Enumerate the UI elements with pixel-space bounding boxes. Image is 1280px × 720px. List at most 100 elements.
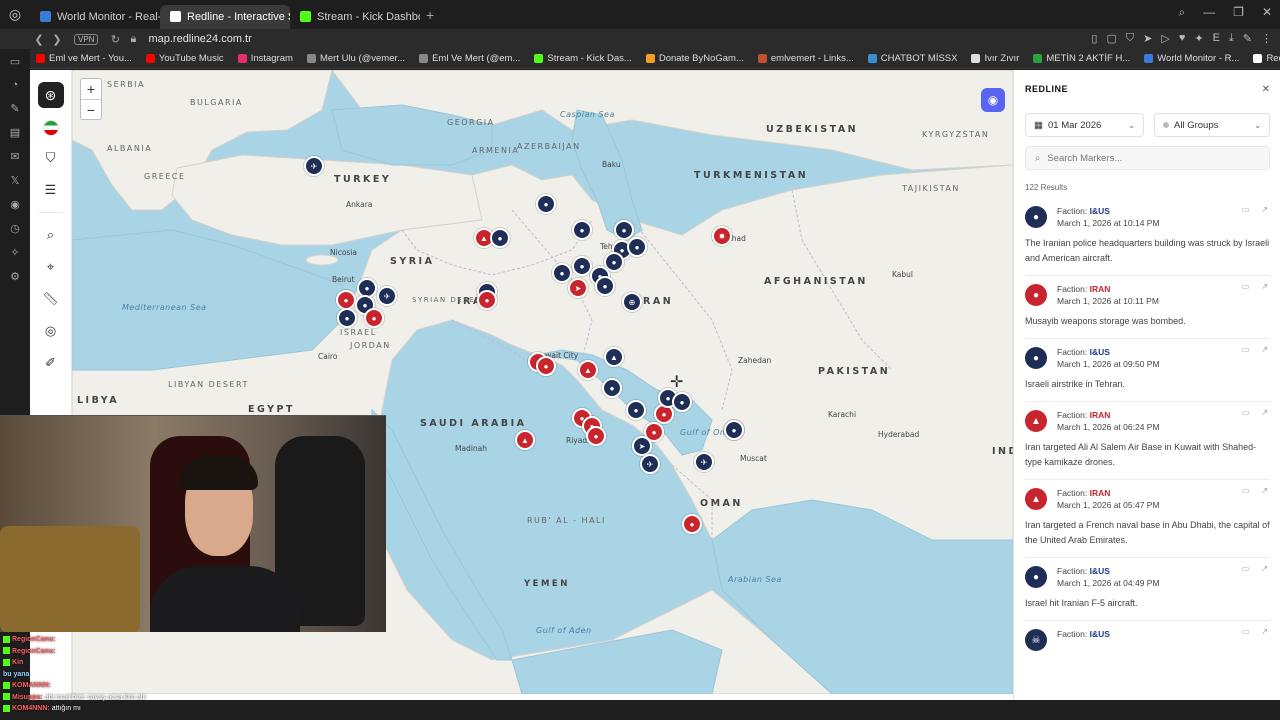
map-marker-us[interactable]: ● (614, 220, 634, 240)
play-icon[interactable]: ▷ (1161, 32, 1169, 45)
event-item[interactable]: ● Faction: I&US March 1, 2026 at 09:50 P… (1025, 339, 1270, 402)
map-marker-us[interactable]: ▲ (604, 347, 624, 367)
map-marker-us[interactable]: ✈ (640, 454, 660, 474)
map-marker-iran[interactable]: ● (536, 356, 556, 376)
map-marker-us[interactable]: ● (595, 276, 615, 296)
group-select[interactable]: All Groups ⌄ (1154, 113, 1270, 137)
search-input[interactable] (1047, 152, 1248, 164)
bookmark-item[interactable]: CHATBOT MİSSX (867, 53, 957, 64)
video-icon[interactable]: ▭ (1242, 205, 1250, 214)
bookmark-item[interactable]: Stream - Kick Das... (534, 53, 632, 64)
video-icon[interactable]: ▭ (1242, 564, 1250, 573)
close-icon[interactable]: ✕ (1262, 84, 1270, 95)
sidebar-music-icon[interactable]: ◉ (10, 198, 20, 211)
discord-icon[interactable]: ◉ (981, 88, 1005, 112)
event-item[interactable]: ▲ Faction: IRAN March 1, 2026 at 06:24 P… (1025, 402, 1270, 480)
minimize-icon[interactable]: — (1203, 5, 1215, 20)
tab-world-monitor[interactable]: World Monitor - Real-Time (30, 5, 160, 29)
sidebar-reader-icon[interactable]: ▤ (10, 126, 20, 139)
map-marker-us[interactable]: ● (626, 400, 646, 420)
event-item[interactable]: ☠ Faction: I&US ▭ ↗ (1025, 621, 1270, 660)
shield-icon[interactable]: ⛉ (41, 148, 61, 168)
event-item[interactable]: ● Faction: IRAN March 1, 2026 at 10:11 P… (1025, 276, 1270, 339)
map-marker-us[interactable]: ✈ (377, 286, 397, 306)
sidebar-history-icon[interactable]: ◔ (12, 79, 19, 91)
map-marker-iran[interactable]: ▲ (578, 360, 598, 380)
menu-icon[interactable]: ⋮ (1261, 32, 1272, 45)
map-marker-us[interactable]: ● (490, 228, 510, 248)
sidebar-wallet-icon[interactable]: ▭ (10, 55, 20, 68)
map-marker-iran[interactable]: ● (682, 514, 702, 534)
map-marker-us[interactable]: ⊕ (622, 292, 642, 312)
zoom-in-button[interactable]: + (81, 79, 101, 99)
location-pin-icon[interactable]: ⌖ (41, 257, 61, 277)
vpn-badge[interactable]: VPN (74, 33, 99, 45)
map-marker-us[interactable]: ● (627, 237, 647, 257)
bookmark-item[interactable]: Instagram (237, 53, 293, 64)
back-icon[interactable]: ❮ (30, 33, 48, 46)
external-link-icon[interactable]: ↗ (1261, 282, 1268, 291)
map-marker-iran[interactable]: ➤ (568, 278, 588, 298)
sidebar-extension-icon[interactable]: ✧ (10, 246, 19, 259)
external-link-icon[interactable]: ↗ (1261, 345, 1268, 354)
bookmark-item[interactable]: Donate ByNoGam... (645, 53, 744, 64)
map-marker-us[interactable]: ● (572, 256, 592, 276)
map-marker-us[interactable]: ● (552, 263, 572, 283)
close-window-icon[interactable]: ✕ (1262, 5, 1272, 20)
extensions-icon[interactable]: ✦ (1194, 32, 1203, 45)
bookmark-item[interactable]: Eml ve Mert - You... (36, 53, 132, 64)
map-marker-us[interactable]: ● (672, 392, 692, 412)
event-item[interactable]: ▲ Faction: IRAN March 1, 2026 at 05:47 P… (1025, 480, 1270, 558)
search-icon[interactable]: ⌕ (41, 225, 61, 245)
filters-icon[interactable]: ☰ (41, 180, 61, 200)
ruler-icon[interactable]: 📏︎ (41, 289, 61, 309)
video-icon[interactable]: ▭ (1242, 282, 1250, 291)
send-icon[interactable]: ➤ (1143, 32, 1152, 45)
map-marker-iran[interactable]: ● (364, 308, 384, 328)
reload-icon[interactable]: ↻ (106, 33, 124, 46)
tab-kick-dashboard[interactable]: Stream - Kick Dashboard (290, 5, 420, 29)
ai-icon[interactable]: ✎ (1243, 32, 1252, 45)
map-marker-us[interactable]: ● (337, 308, 357, 328)
external-link-icon[interactable]: ↗ (1261, 486, 1268, 495)
bookmark-icon[interactable]: ▯ (1091, 32, 1097, 45)
map-marker-us[interactable]: ● (536, 194, 556, 214)
map-marker-us[interactable]: ✈ (694, 452, 714, 472)
video-icon[interactable]: ▭ (1242, 486, 1250, 495)
external-link-icon[interactable]: ↗ (1261, 627, 1268, 636)
browser-logo-icon[interactable]: ◎ (0, 0, 30, 29)
map-marker-iran[interactable]: ✹ (712, 226, 732, 246)
external-link-icon[interactable]: ↗ (1261, 408, 1268, 417)
profile-icon[interactable]: E (1213, 32, 1220, 45)
video-icon[interactable]: ▭ (1242, 408, 1250, 417)
shield-icon[interactable]: ⛉ (1126, 32, 1134, 45)
map-marker-us[interactable]: ● (602, 378, 622, 398)
map-marker-us[interactable]: ● (724, 420, 744, 440)
bookmark-item[interactable]: emlvemert - Links... (757, 53, 854, 64)
bookmark-item[interactable]: YouTube Music (145, 53, 224, 64)
bookmark-item[interactable]: METİN 2 AKTİF H... (1033, 53, 1130, 64)
sidebar-x-icon[interactable]: 𝕏 (11, 174, 20, 187)
url-field[interactable]: map.redline24.com.tr (148, 33, 251, 45)
bookmark-item[interactable]: Redline - Interacti... (1253, 53, 1280, 64)
bookmark-folder[interactable]: Ivır Zıvır (971, 53, 1019, 64)
bookmark-item[interactable]: Eml Ve Mert (@em... (419, 53, 520, 64)
map-marker-iran[interactable]: ▲ (515, 430, 535, 450)
redline-logo-icon[interactable]: ⊛ (37, 82, 64, 108)
draw-icon[interactable]: ✐ (41, 353, 61, 373)
date-select[interactable]: ▦ 01 Mar 2026 ⌄ (1025, 113, 1144, 137)
sidebar-notes-icon[interactable]: ✎ (10, 102, 19, 115)
heart-icon[interactable]: ♥ (1179, 32, 1186, 45)
restore-icon[interactable]: ❐ (1233, 5, 1244, 20)
zoom-out-button[interactable]: − (81, 99, 101, 119)
external-link-icon[interactable]: ↗ (1261, 205, 1268, 214)
radius-icon[interactable]: ◎ (41, 321, 61, 341)
map-marker-us[interactable]: ➤ (632, 436, 652, 456)
video-icon[interactable]: ▭ (1242, 627, 1250, 636)
bookmark-item[interactable]: Mert Ulu (@vemer... (306, 53, 405, 64)
map-marker-iran[interactable]: ● (586, 426, 606, 446)
map-marker-iran[interactable]: ● (336, 290, 356, 310)
event-item[interactable]: ● Faction: I&US March 1, 2026 at 04:49 P… (1025, 558, 1270, 621)
sidebar-clock-icon[interactable]: ◷ (10, 222, 20, 235)
download-icon[interactable]: ⤓ (1229, 32, 1234, 45)
